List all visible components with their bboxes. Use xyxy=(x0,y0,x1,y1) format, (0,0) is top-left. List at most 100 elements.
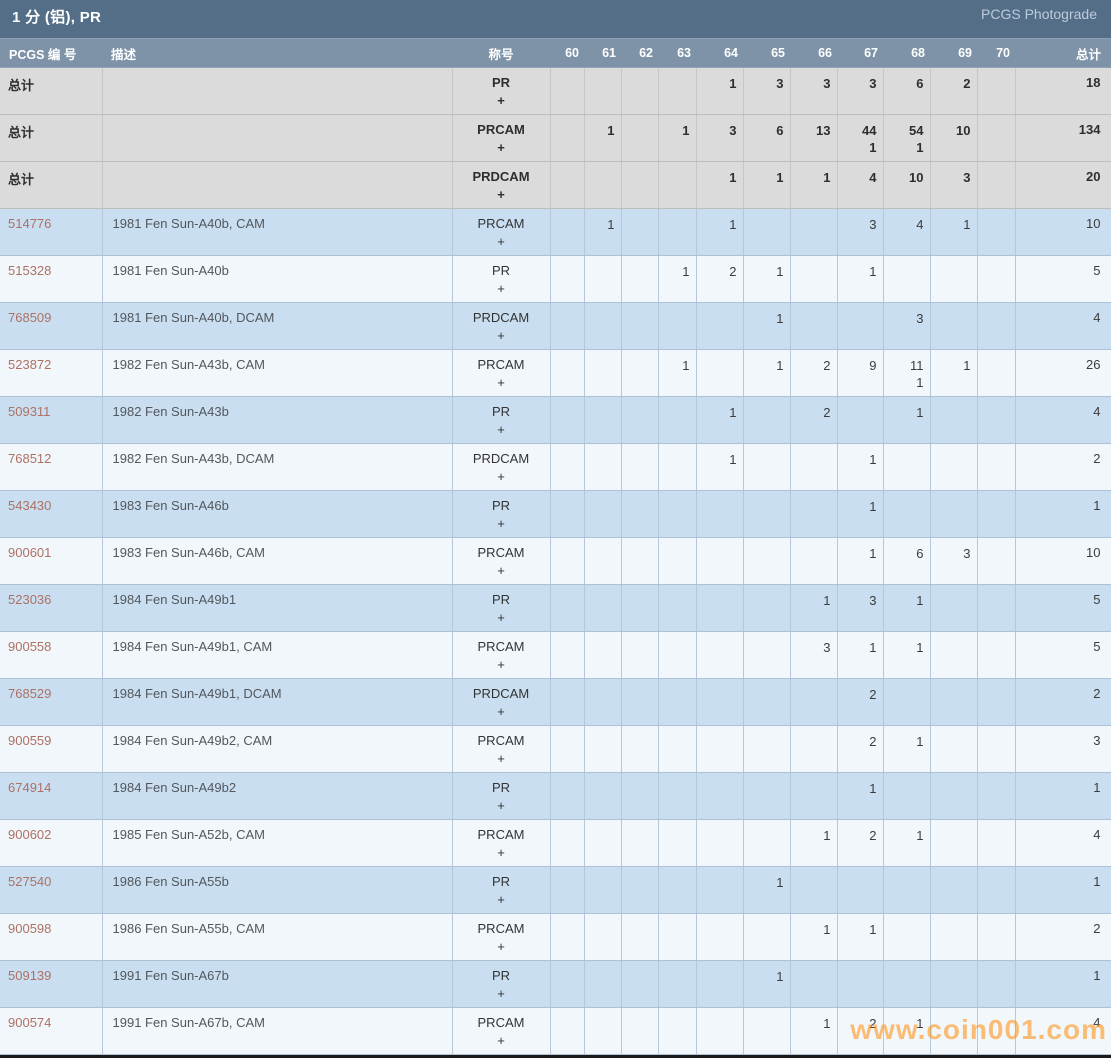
coin-description: 1984 Fen Sun-A49b1 xyxy=(102,584,453,632)
grade-66-count: 2 xyxy=(790,396,838,444)
grade-66-count: 1 xyxy=(790,913,838,961)
coin-description: 1991 Fen Sun-A67b xyxy=(102,960,453,1008)
pcgs-number-link[interactable]: 768512 xyxy=(8,451,51,466)
row-total: 20 xyxy=(1015,161,1111,209)
grade-60-count xyxy=(550,349,585,397)
pcgs-number-link[interactable]: 900598 xyxy=(8,921,51,936)
grade-69-count: 1 xyxy=(930,208,978,256)
coin-description: 1991 Fen Sun-A67b, CAM xyxy=(102,1007,453,1055)
grade-66-count xyxy=(790,960,838,1008)
grade-67-count: 2 xyxy=(837,725,884,773)
designation-label: PRDCAM + xyxy=(452,443,551,491)
grade-62-count xyxy=(621,725,659,773)
grade-66-count xyxy=(790,302,838,350)
grade-68-count xyxy=(883,866,931,914)
grade-61-count xyxy=(584,678,622,726)
grade-64-count: 1 xyxy=(696,67,744,115)
grade-63-count xyxy=(658,678,697,726)
grade-63-count xyxy=(658,1007,697,1055)
grade-60-count xyxy=(550,114,585,162)
pcgs-number-link[interactable]: 674914 xyxy=(8,780,51,795)
grade-66-count: 3 xyxy=(790,631,838,679)
pcgs-number-link[interactable]: 768509 xyxy=(8,310,51,325)
row-total: 5 xyxy=(1015,255,1111,303)
grade-61-count xyxy=(584,913,622,961)
grade-64-count xyxy=(696,866,744,914)
grade-68-count: 54 1 xyxy=(883,114,931,162)
grade-60-count xyxy=(550,866,585,914)
row-total: 3 xyxy=(1015,725,1111,773)
grade-62-count xyxy=(621,302,659,350)
pcgs-number-link[interactable]: 900574 xyxy=(8,1015,51,1030)
grade-64-count xyxy=(696,537,744,585)
pcgs-number-link[interactable]: 523872 xyxy=(8,357,51,372)
pcgs-number-link[interactable]: 900559 xyxy=(8,733,51,748)
grade-70-count xyxy=(977,678,1016,726)
grade-60-count xyxy=(550,631,585,679)
pcgs-number-link[interactable]: 900558 xyxy=(8,639,51,654)
grade-64-count: 1 xyxy=(696,443,744,491)
pcgs-number-link[interactable]: 768529 xyxy=(8,686,51,701)
grade-62-count xyxy=(621,255,659,303)
totals-label: 总计 xyxy=(8,172,35,187)
grade-70-count xyxy=(977,866,1016,914)
table-row: 543430 1983 Fen Sun-A46b PR + 1 1 xyxy=(0,490,1111,538)
grade-69-count xyxy=(930,772,978,820)
grade-67-count: 9 xyxy=(837,349,884,397)
grade-70-count xyxy=(977,396,1016,444)
row-total: 2 xyxy=(1015,678,1111,726)
pcgs-number-link[interactable]: 543430 xyxy=(8,498,51,513)
grade-65-count xyxy=(743,913,791,961)
pcgs-number-link[interactable]: 509139 xyxy=(8,968,51,983)
row-total: 18 xyxy=(1015,67,1111,115)
grade-70-count xyxy=(977,1007,1016,1055)
coin-description: 1986 Fen Sun-A55b, CAM xyxy=(102,913,453,961)
pcgs-number-link[interactable]: 509311 xyxy=(8,404,50,419)
grade-60-count xyxy=(550,208,585,256)
grade-66-count: 1 xyxy=(790,1007,838,1055)
grade-61-count xyxy=(584,396,622,444)
grade-60-count xyxy=(550,255,585,303)
row-total: 4 xyxy=(1015,302,1111,350)
grade-65-count xyxy=(743,678,791,726)
row-total: 2 xyxy=(1015,443,1111,491)
grade-66-count: 13 xyxy=(790,114,838,162)
totals-label: 总计 xyxy=(8,78,35,93)
pcgs-number-link[interactable]: 515328 xyxy=(8,263,51,278)
grade-68-count xyxy=(883,772,931,820)
designation-label: PRCAM + xyxy=(452,1007,551,1055)
pcgs-number-link[interactable]: 523036 xyxy=(8,592,51,607)
grade-65-count xyxy=(743,631,791,679)
grade-65-count: 1 xyxy=(743,161,791,209)
grade-62-count xyxy=(621,866,659,914)
grade-66-count xyxy=(790,537,838,585)
grade-69-count xyxy=(930,490,978,538)
grade-60-count xyxy=(550,396,585,444)
grade-69-count xyxy=(930,631,978,679)
coin-description: 1982 Fen Sun-A43b, CAM xyxy=(102,349,453,397)
grade-60-count xyxy=(550,67,585,115)
grade-70-count xyxy=(977,772,1016,820)
grade-63-count: 1 xyxy=(658,349,697,397)
designation-label: PRCAM + xyxy=(452,208,551,256)
grade-62-count xyxy=(621,960,659,1008)
grade-61-count xyxy=(584,960,622,1008)
grade-69-count xyxy=(930,866,978,914)
designation-label: PRCAM + xyxy=(452,819,551,867)
grade-61-count xyxy=(584,302,622,350)
row-total: 5 xyxy=(1015,584,1111,632)
grade-68-count xyxy=(883,960,931,1008)
table-row: 768512 1982 Fen Sun-A43b, DCAM PRDCAM + … xyxy=(0,443,1111,491)
pcgs-number-link[interactable]: 514776 xyxy=(8,216,51,231)
grade-69-count xyxy=(930,302,978,350)
grade-69-count: 2 xyxy=(930,67,978,115)
table-row: 900558 1984 Fen Sun-A49b1, CAM PRCAM + 3… xyxy=(0,631,1111,679)
pcgs-number-link[interactable]: 527540 xyxy=(8,874,51,889)
grade-68-count: 6 xyxy=(883,67,931,115)
grade-69-count xyxy=(930,443,978,491)
pcgs-number-link[interactable]: 900601 xyxy=(8,545,51,560)
grade-70-count xyxy=(977,537,1016,585)
grade-63-count: 1 xyxy=(658,255,697,303)
pcgs-number-link[interactable]: 900602 xyxy=(8,827,51,842)
table-row: 900559 1984 Fen Sun-A49b2, CAM PRCAM + 2… xyxy=(0,725,1111,773)
